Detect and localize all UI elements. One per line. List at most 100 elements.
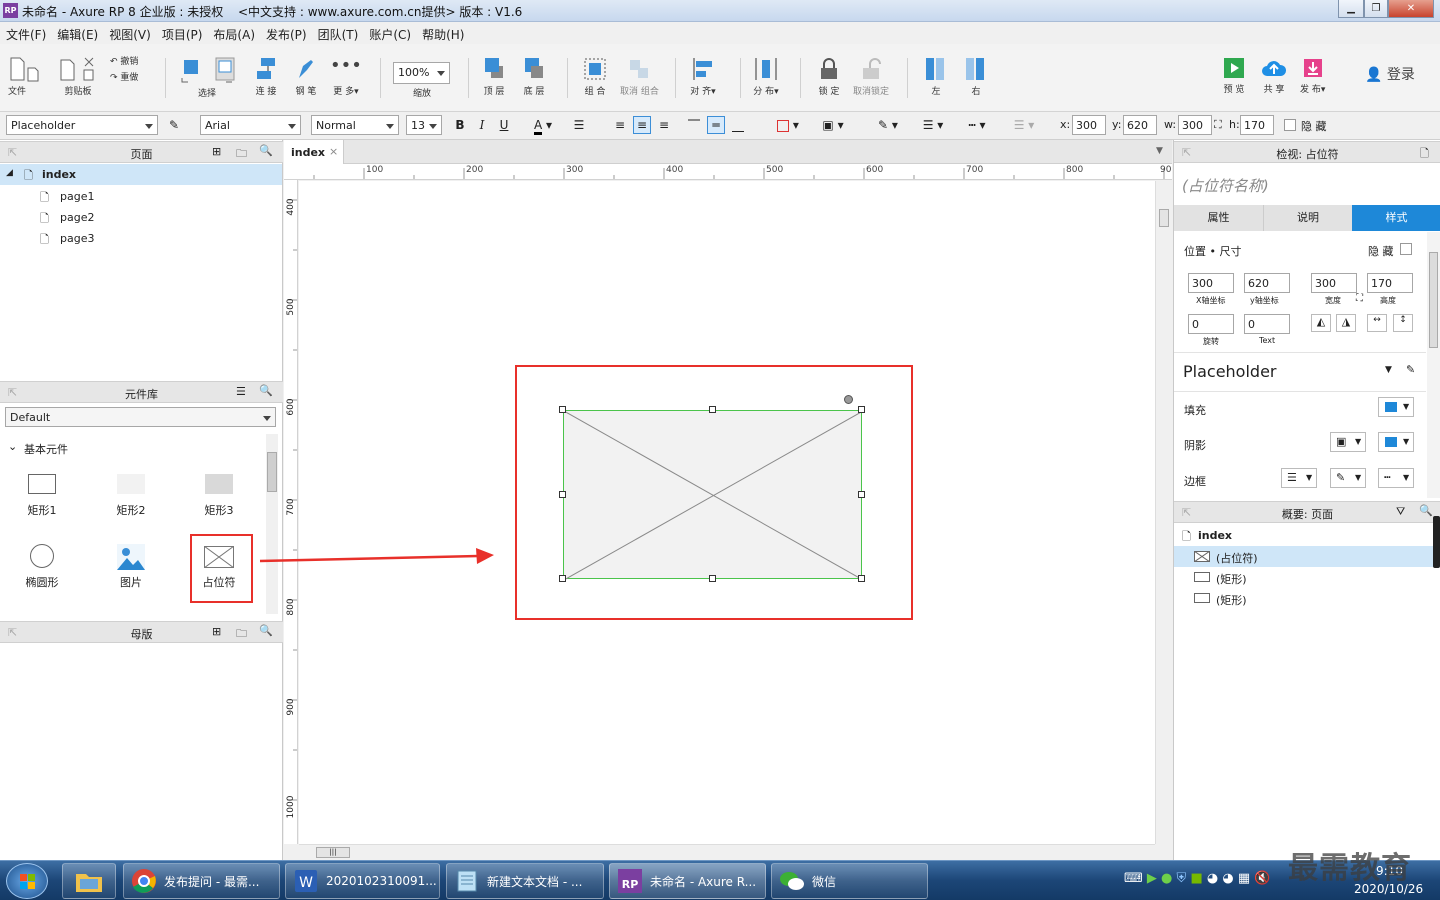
underline-button[interactable]: U xyxy=(495,116,513,134)
inner-shadow-button[interactable]: ▼ xyxy=(1378,432,1414,452)
menu-project[interactable]: 项目(P) xyxy=(156,22,208,44)
tab-notes[interactable]: 说明 xyxy=(1263,205,1352,231)
style-name[interactable]: Placeholder xyxy=(1183,362,1277,381)
share-button[interactable]: 共 享 xyxy=(1261,56,1287,95)
library-select[interactable]: Default xyxy=(5,407,276,427)
search-icon[interactable]: 🔍 xyxy=(1419,504,1433,517)
unlock-button[interactable]: 取消锁定 xyxy=(853,56,889,97)
wechat-task[interactable]: 微信 xyxy=(771,863,928,899)
chevron-down-icon[interactable]: ⌄ xyxy=(8,440,17,453)
lock-ratio-icon[interactable]: ⛶ xyxy=(1214,118,1222,132)
connect-button[interactable]: 连 接 xyxy=(253,56,279,97)
search-icon[interactable]: 🔍 xyxy=(259,624,273,637)
align-left-button[interactable]: 左 xyxy=(923,56,949,97)
widget-rect1[interactable]: 矩形1 xyxy=(14,470,70,518)
widget-name-input[interactable]: (占位符名称) xyxy=(1182,175,1269,196)
edit-style-icon[interactable]: ✎ xyxy=(1406,363,1415,376)
select-button[interactable]: 选择 xyxy=(178,56,236,99)
minimize-button[interactable]: ▁ xyxy=(1338,0,1364,18)
h-input[interactable]: 170 xyxy=(1240,115,1274,135)
fit-height-icon[interactable]: ↕ xyxy=(1393,314,1413,332)
file-button[interactable]: 文件 xyxy=(8,56,42,97)
text-align-center-button[interactable]: ≡ xyxy=(633,116,651,134)
font-weight-select[interactable]: Normal xyxy=(311,115,399,135)
publish-button[interactable]: 发 布▾ xyxy=(1300,56,1325,95)
maximize-button[interactable]: ❐ xyxy=(1364,0,1388,18)
add-folder-icon[interactable]: 🗀 xyxy=(236,625,247,644)
valign-bottom-button[interactable]: ⎽ xyxy=(729,116,747,134)
notepad-task[interactable]: 新建文本文档 - ... xyxy=(446,863,604,899)
explorer-task[interactable] xyxy=(62,863,116,899)
placeholder-widget[interactable] xyxy=(563,410,863,580)
axure-task[interactable]: RP 未命名 - Axure R... xyxy=(609,863,766,899)
shadow-button[interactable]: ▣ ▾ xyxy=(815,116,851,134)
tab-menu-icon[interactable]: ▼ xyxy=(1156,146,1163,156)
vertical-scrollbar[interactable] xyxy=(1155,181,1172,844)
library-scrollbar[interactable] xyxy=(266,434,278,614)
resize-handle[interactable] xyxy=(858,406,865,413)
arrow-style-button[interactable]: ☰ ▾ xyxy=(1005,116,1043,134)
w-input[interactable]: 300 xyxy=(1178,115,1212,135)
tab-style[interactable]: 样式 xyxy=(1352,205,1440,231)
page-item[interactable]: 🗋 page3 xyxy=(0,228,282,249)
undo-button[interactable]: ↶ 撤销 xyxy=(110,54,138,67)
resize-handle[interactable] xyxy=(858,575,865,582)
media-icon[interactable]: ▶ xyxy=(1147,871,1157,886)
font-size-select[interactable]: 13 xyxy=(406,115,442,135)
close-icon[interactable]: × xyxy=(329,145,338,158)
widget-image[interactable]: 图片 xyxy=(103,544,159,590)
font-color-button[interactable]: A ▾ xyxy=(526,116,560,135)
inspector-x-input[interactable]: 300 xyxy=(1188,273,1234,293)
widget-ellipse[interactable]: 椭圆形 xyxy=(14,544,70,590)
outline-item-placeholder[interactable]: (占位符) xyxy=(1174,546,1440,567)
resize-handle[interactable] xyxy=(709,575,716,582)
widget-rect2[interactable]: 矩形2 xyxy=(103,470,159,518)
keyboard-icon[interactable]: ⌨ xyxy=(1124,871,1143,886)
word-task[interactable]: W 2020102310091... xyxy=(285,863,440,899)
start-button[interactable] xyxy=(6,863,48,899)
border-width-button[interactable]: ☰ ▼ xyxy=(1281,468,1317,488)
inspector-h-input[interactable]: 170 xyxy=(1367,273,1413,293)
style-edit-icon[interactable]: ✎ xyxy=(165,116,183,134)
add-folder-icon[interactable]: 🗀 xyxy=(236,145,247,164)
ungroup-button[interactable]: 取消 组合 xyxy=(620,56,659,97)
outer-shadow-button[interactable]: ▣ ▼ xyxy=(1330,432,1366,452)
expand-icon[interactable]: ◢ xyxy=(6,168,13,178)
italic-button[interactable]: I xyxy=(473,116,491,134)
x-input[interactable]: 300 xyxy=(1072,115,1106,135)
preview-button[interactable]: 预 览 xyxy=(1222,56,1246,95)
chevron-down-icon[interactable]: ▼ xyxy=(1385,365,1392,375)
flip-horizontal-icon[interactable]: ◭ xyxy=(1311,314,1331,332)
nvidia-icon[interactable]: ■ xyxy=(1190,871,1202,886)
inspector-w-input[interactable]: 300 xyxy=(1311,273,1357,293)
fill-color-button[interactable]: ▾ xyxy=(770,116,806,134)
volume-icon[interactable]: 🔇 xyxy=(1254,871,1270,886)
border-color-button[interactable]: ✎ ▼ xyxy=(1330,468,1366,488)
login-button[interactable]: 👤 登录 xyxy=(1365,64,1415,84)
chrome-task[interactable]: 发布提问 - 最需... xyxy=(123,863,280,899)
lock-button[interactable]: 锁 定 xyxy=(816,56,842,97)
group-button[interactable]: 组 合 xyxy=(582,56,608,97)
menu-help[interactable]: 帮助(H) xyxy=(416,22,469,44)
close-button[interactable]: ✕ xyxy=(1388,0,1434,18)
menu-team[interactable]: 团队(T) xyxy=(312,22,364,44)
pen-button[interactable]: 钢 笔 xyxy=(293,56,319,97)
clipboard-button[interactable]: 剪贴板 xyxy=(58,56,98,97)
align-right-button[interactable]: 右 xyxy=(963,56,989,97)
inspector-y-input[interactable]: 620 xyxy=(1244,273,1290,293)
qq-icon[interactable]: ◕ xyxy=(1207,871,1218,886)
resize-handle[interactable] xyxy=(559,491,566,498)
page-item[interactable]: 🗋 page2 xyxy=(0,207,282,228)
line-width-button[interactable]: ☰ ▾ xyxy=(915,116,951,134)
bullet-list-button[interactable]: ☰ xyxy=(570,116,588,134)
tab-properties[interactable]: 属性 xyxy=(1174,205,1263,231)
style-select[interactable]: Placeholder xyxy=(6,115,158,135)
distribute-button[interactable]: 分 布▾ xyxy=(753,56,779,97)
network-icon[interactable]: ▦ xyxy=(1238,871,1250,886)
inspector-scrollbar[interactable] xyxy=(1427,232,1440,498)
font-select[interactable]: Arial xyxy=(200,115,301,135)
send-bottom-button[interactable]: 底 层 xyxy=(521,56,547,97)
menu-edit[interactable]: 编辑(E) xyxy=(51,22,103,44)
outline-root[interactable]: 🗋 index xyxy=(1174,525,1440,546)
resize-handle[interactable] xyxy=(559,406,566,413)
